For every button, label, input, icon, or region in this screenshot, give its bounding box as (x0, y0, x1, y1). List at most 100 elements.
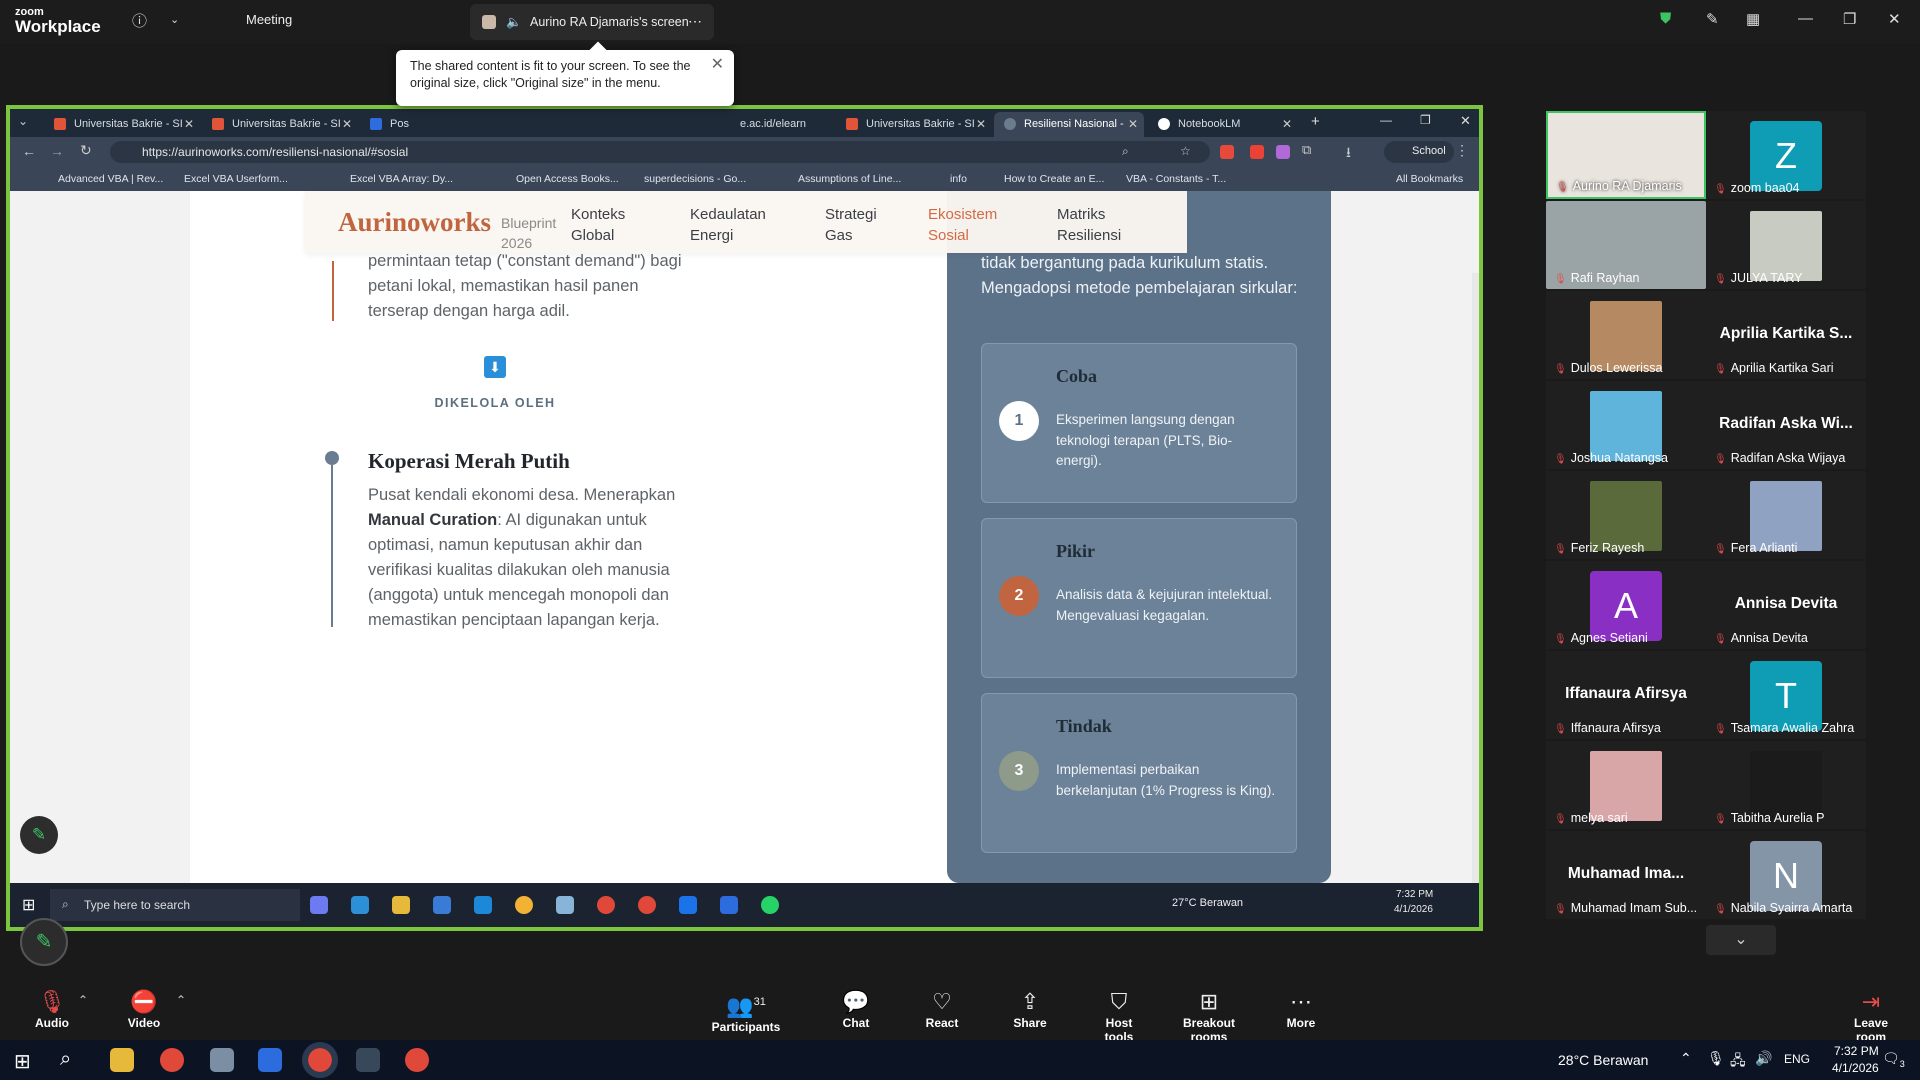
bookmark-item[interactable]: Excel VBA Userform... (184, 173, 288, 185)
info-icon[interactable]: ⓘ (132, 10, 147, 31)
browser-restore-icon[interactable]: ❐ (1420, 113, 1431, 127)
participant-tile[interactable]: Fera Arlianti (1706, 471, 1866, 559)
zoom-app-icon[interactable] (720, 896, 738, 914)
app-icon[interactable] (556, 896, 574, 914)
video-button[interactable]: ⛔ Video (122, 989, 166, 1030)
browser-tab-active[interactable]: Resiliensi Nasional - ✕ (994, 112, 1144, 137)
participants-button[interactable]: 👥31 Participants (710, 989, 782, 1034)
nav-strategi-gas[interactable]: Strategi Gas (825, 204, 877, 246)
edge-icon[interactable] (351, 896, 369, 914)
audio-options-icon[interactable]: ⌃ (78, 993, 88, 1007)
new-tab-icon[interactable]: + (1311, 113, 1320, 130)
url-input[interactable]: https://aurinoworks.com/resiliensi-nasio… (110, 141, 1210, 163)
all-bookmarks[interactable]: All Bookmarks (1396, 173, 1463, 185)
participant-tile[interactable]: JULYA TARY (1706, 201, 1866, 289)
leave-room-button[interactable]: ⇥ Leave room (1838, 989, 1904, 1044)
bookmark-item[interactable]: Assumptions of Line... (798, 173, 901, 185)
share-button[interactable]: ⇪ Share (1012, 989, 1048, 1030)
participant-tile[interactable]: Feriz Rayesh (1546, 471, 1706, 559)
nav-kedaulatan-energi[interactable]: Kedaulatan Energi (690, 204, 766, 246)
browser-tab[interactable]: NotebookLM ✕ (1148, 112, 1298, 137)
folder-icon[interactable] (392, 896, 410, 914)
bookmark-star-icon[interactable]: ☆ (1180, 144, 1191, 158)
windows-start-icon[interactable]: ⊞ (14, 1049, 31, 1074)
chevron-down-icon[interactable]: ⌄ (170, 13, 179, 26)
audio-button[interactable]: 🎙 Audio (30, 989, 74, 1030)
clock-time[interactable]: 7:32 PM (1834, 1044, 1879, 1058)
browser-tab[interactable]: Universitas Bakrie - SI ✕ (836, 112, 992, 137)
participant-tile[interactable]: TTsamara Awalia Zahra (1706, 651, 1866, 739)
outlook-icon[interactable] (474, 896, 492, 914)
minimize-icon[interactable]: — (1798, 10, 1813, 27)
reload-icon[interactable]: ↻ (80, 142, 92, 159)
nav-konteks-global[interactable]: Konteks Global (571, 204, 625, 246)
volume-icon[interactable]: 🔊 (1755, 1050, 1772, 1067)
clock-date[interactable]: 4/1/2026 (1832, 1061, 1879, 1075)
zoom-page-icon[interactable]: ⌕ (1122, 144, 1129, 159)
back-icon[interactable]: ← (22, 143, 36, 159)
tab-close-icon[interactable]: ✕ (342, 117, 352, 131)
app-icon[interactable] (310, 896, 328, 914)
chat-button[interactable]: 💬 Chat (838, 989, 874, 1030)
participant-tile[interactable]: AAgnes Setiani (1546, 561, 1706, 649)
tab-search-icon[interactable]: ⌄ (18, 114, 28, 128)
participant-tile[interactable]: Dulos Lewerissa (1546, 291, 1706, 379)
tab-close-icon[interactable]: ✕ (1128, 117, 1138, 131)
app-icon[interactable] (679, 896, 697, 914)
bookmark-item[interactable]: VBA - Constants - T... (1126, 173, 1226, 185)
view-options-pill[interactable]: 🔈 Aurino RA Djamaris's screen ⋯ (470, 4, 714, 40)
gallery-next-page-button[interactable]: ⌄ (1706, 925, 1776, 955)
bookmark-item[interactable]: How to Create an E... (1004, 173, 1104, 185)
store-icon[interactable] (433, 896, 451, 914)
whatsapp-icon[interactable] (761, 896, 779, 914)
participant-tile[interactable]: Annisa DevitaAnnisa Devita (1706, 561, 1866, 649)
browser-close-icon[interactable]: ✕ (1460, 113, 1471, 129)
zoom-app-icon[interactable] (258, 1048, 282, 1072)
app-icon[interactable] (210, 1048, 234, 1072)
annotation-pencil-icon[interactable]: ✎ (20, 816, 58, 854)
browser-tab[interactable]: Universitas Bakrie - SI ✕ (202, 112, 358, 137)
annotate-pen-icon[interactable]: ✎ (20, 918, 68, 966)
camera-app-icon[interactable] (356, 1048, 380, 1072)
tooltip-close-icon[interactable]: ✕ (711, 56, 724, 73)
browser-menu-icon[interactable]: ⋮ (1455, 142, 1469, 159)
extensions-puzzle-icon[interactable]: ⧉ (1302, 142, 1311, 158)
tab-close-icon[interactable]: ✕ (184, 117, 194, 131)
extension-icon[interactable] (1250, 145, 1264, 159)
notification-icon[interactable]: 🗨3 (1882, 1050, 1905, 1069)
participant-tile[interactable]: melya sari (1546, 741, 1706, 829)
participant-tile[interactable]: Aprilia Kartika S...Aprilia Kartika Sari (1706, 291, 1866, 379)
chrome-icon[interactable] (160, 1048, 184, 1072)
extension-icon[interactable] (1220, 145, 1234, 159)
chrome-icon[interactable] (302, 1042, 338, 1078)
participant-tile[interactable]: Tabitha Aurelia P (1706, 741, 1866, 829)
extension-icon[interactable] (1276, 145, 1290, 159)
host-tools-button[interactable]: ⛉ Host tools (1090, 989, 1148, 1044)
browser-tab[interactable]: Pos (360, 112, 510, 137)
inner-search-box[interactable]: ⌕ Type here to search (50, 889, 300, 921)
participant-tile[interactable]: Aurino RA Djamaris (1546, 111, 1706, 199)
chrome-icon[interactable] (515, 896, 533, 914)
more-button[interactable]: ⋯ More (1286, 989, 1316, 1030)
network-icon[interactable]: 🖧 (1730, 1050, 1746, 1074)
participant-tile[interactable]: Muhamad Ima...Muhamad Imam Sub... (1546, 831, 1706, 919)
participant-tile[interactable]: Iffanaura AfirsyaIffanaura Afirsya (1546, 651, 1706, 739)
react-button[interactable]: ♡ React (922, 989, 962, 1030)
participant-tile[interactable]: Zzoom baa04 (1706, 111, 1866, 199)
bookmark-item[interactable]: Excel VBA Array: Dy... (350, 173, 453, 185)
maximize-icon[interactable]: ❐ (1843, 10, 1856, 28)
chrome-icon[interactable] (597, 896, 615, 914)
input-language[interactable]: ENG (1784, 1052, 1810, 1066)
bookmark-item[interactable]: Advanced VBA | Rev... (58, 173, 163, 185)
participant-tile[interactable]: Rafi Rayhan (1546, 201, 1706, 289)
profile-button[interactable]: School (1384, 141, 1454, 163)
forward-icon[interactable]: → (50, 143, 64, 159)
more-options-icon[interactable]: ⋯ (688, 13, 702, 30)
close-icon[interactable]: ✕ (1888, 10, 1901, 28)
site-logo[interactable]: Aurinoworks (338, 207, 491, 238)
tab-close-icon[interactable]: ✕ (1282, 117, 1292, 131)
meeting-label[interactable]: Meeting (246, 12, 292, 27)
participant-tile[interactable]: NNabila Syairra Amarta (1706, 831, 1866, 919)
tab-close-icon[interactable]: ✕ (976, 117, 986, 131)
chrome-icon[interactable] (405, 1048, 429, 1072)
